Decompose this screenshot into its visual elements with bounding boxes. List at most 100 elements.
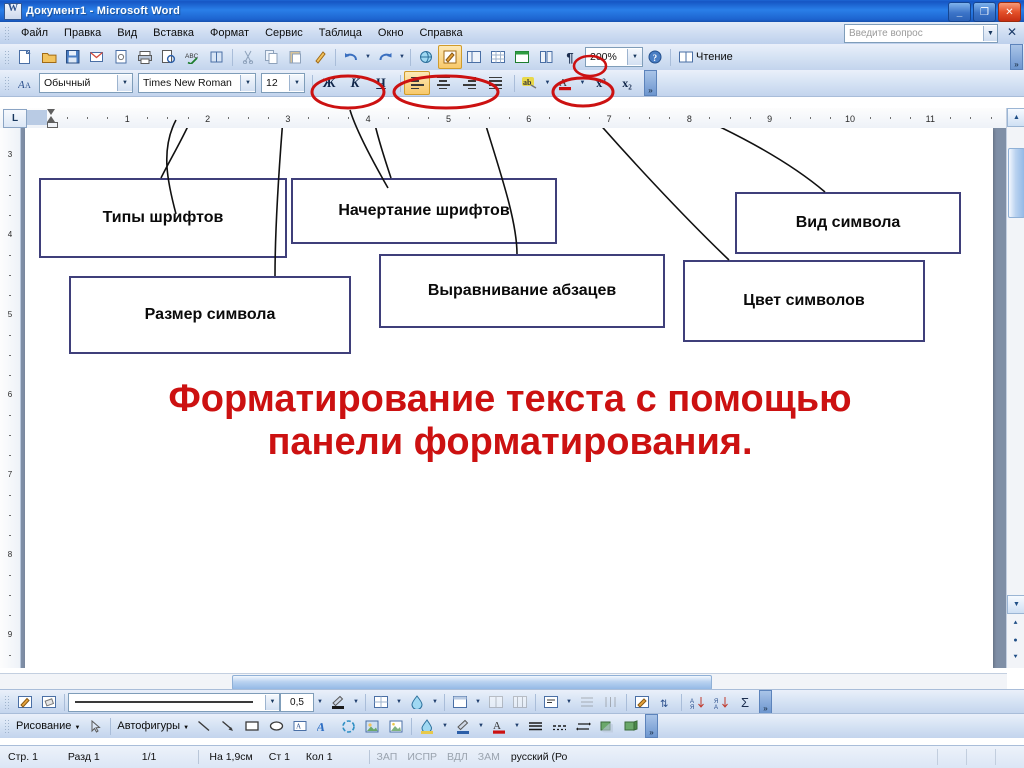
status-flag-ovr[interactable]: ЗАМ: [473, 751, 505, 763]
status-flag-rec[interactable]: ЗАП: [372, 751, 403, 763]
status-language[interactable]: русский (Ро: [505, 751, 573, 763]
drawing-toolbar-grip[interactable]: [3, 718, 10, 734]
callout-font-style[interactable]: Начертание шрифтов: [291, 178, 557, 244]
horizontal-ruler[interactable]: L 123456789101112: [0, 108, 1007, 129]
status-flag-trk[interactable]: ИСПР: [402, 751, 442, 763]
insert-table-icon[interactable]: [448, 690, 472, 714]
menu-grip[interactable]: [3, 25, 10, 41]
select-browse-object-button[interactable]: ●: [1007, 632, 1024, 649]
font-size-combo[interactable]: 12 ▼: [261, 73, 305, 93]
line-style-icon[interactable]: [523, 714, 547, 738]
oval-icon[interactable]: [264, 714, 288, 738]
highlight-button[interactable]: ab: [518, 71, 542, 95]
distribute-rows-icon[interactable]: [575, 690, 599, 714]
insert-picture-icon[interactable]: [384, 714, 408, 738]
3d-style-icon[interactable]: [619, 714, 643, 738]
callout-paragraph-align[interactable]: Выравнивание абзацев: [379, 254, 665, 328]
tables-toolbar-grip[interactable]: [3, 694, 10, 710]
chevron-down-icon[interactable]: ▼: [542, 71, 553, 95]
minimize-button[interactable]: _: [948, 2, 971, 22]
chevron-down-icon[interactable]: ▼: [577, 71, 588, 95]
chevron-down-icon[interactable]: ▼: [397, 45, 407, 69]
menu-item-format[interactable]: Формат: [202, 25, 257, 41]
chevron-down-icon[interactable]: ▼: [393, 690, 405, 714]
draw-table-icon[interactable]: [13, 690, 37, 714]
spelling-check-icon[interactable]: ABC: [181, 45, 205, 69]
menu-item-window[interactable]: Окно: [370, 25, 412, 41]
dash-style-icon[interactable]: [547, 714, 571, 738]
text-direction-icon[interactable]: ⇅: [654, 690, 678, 714]
chevron-down-icon[interactable]: ▼: [183, 725, 189, 731]
menu-item-file[interactable]: Файл: [13, 25, 56, 41]
new-document-icon[interactable]: [13, 45, 37, 69]
chevron-down-icon[interactable]: ▼: [439, 714, 451, 738]
undo-icon[interactable]: [339, 45, 363, 69]
tab-stop-selector[interactable]: L: [3, 108, 27, 128]
standard-toolbar-overflow-button[interactable]: »: [1010, 44, 1023, 70]
font-color-button[interactable]: A: [553, 71, 577, 95]
document-page[interactable]: Типы шрифтов Начертание шрифтов Вид символ…: [25, 128, 993, 668]
columns-icon[interactable]: [534, 45, 558, 69]
autoshapes-menu-button[interactable]: Автофигуры ▼: [114, 720, 192, 732]
callout-font-types[interactable]: Типы шрифтов: [39, 178, 287, 258]
chevron-down-icon[interactable]: ▼: [511, 714, 523, 738]
previous-page-button[interactable]: ⯅: [1007, 615, 1024, 632]
font-color-icon[interactable]: A: [487, 714, 511, 738]
insert-excel-sheet-icon[interactable]: [510, 45, 534, 69]
help-icon[interactable]: ?: [643, 45, 667, 69]
horizontal-scrollbar[interactable]: [0, 673, 1007, 690]
table-autoformat-icon[interactable]: [630, 690, 654, 714]
ask-a-question-box[interactable]: Введите вопрос ▼: [844, 24, 998, 43]
standard-toolbar-grip[interactable]: [3, 49, 10, 65]
callout-char-size[interactable]: Размер символа: [69, 276, 351, 354]
horizontal-scroll-thumb[interactable]: [232, 675, 712, 690]
close-button[interactable]: ✕: [998, 2, 1021, 22]
print-preview-icon[interactable]: [157, 45, 181, 69]
italic-button[interactable]: К: [342, 71, 368, 95]
permission-icon[interactable]: [109, 45, 133, 69]
chevron-down-icon[interactable]: ▼: [363, 45, 373, 69]
chevron-down-icon[interactable]: ▼: [265, 694, 279, 710]
print-icon[interactable]: [133, 45, 157, 69]
tables-toolbar-overflow-button[interactable]: »: [759, 690, 772, 714]
next-page-button[interactable]: ⯆: [1007, 649, 1024, 666]
chevron-down-icon[interactable]: ▼: [117, 75, 132, 91]
bold-button[interactable]: Ж: [316, 71, 342, 95]
borders-icon[interactable]: [369, 690, 393, 714]
fill-color-icon[interactable]: [415, 714, 439, 738]
chevron-down-icon[interactable]: ▼: [289, 75, 304, 91]
cell-align-icon[interactable]: [539, 690, 563, 714]
sort-ascending-icon[interactable]: AЯ: [685, 690, 709, 714]
chevron-down-icon[interactable]: ▼: [350, 690, 362, 714]
formatting-toolbar-grip[interactable]: [3, 75, 10, 91]
horizontal-ruler-strip[interactable]: 123456789101112: [27, 108, 1007, 128]
border-color-icon[interactable]: [326, 690, 350, 714]
font-name-combo[interactable]: Times New Roman ▼: [138, 73, 256, 93]
drawing-toolbar-icon[interactable]: [438, 45, 462, 69]
shadow-style-icon[interactable]: [595, 714, 619, 738]
chevron-down-icon[interactable]: ▼: [627, 49, 642, 65]
sort-descending-icon[interactable]: ЯA: [709, 690, 733, 714]
zoom-combo[interactable]: 200% ▼: [585, 47, 643, 67]
menu-item-insert[interactable]: Вставка: [145, 25, 202, 41]
chevron-down-icon[interactable]: ▼: [240, 75, 255, 91]
autosum-icon[interactable]: Σ: [733, 690, 757, 714]
copy-icon[interactable]: [260, 45, 284, 69]
callout-char-color[interactable]: Цвет символов: [683, 260, 925, 342]
subscript-button[interactable]: x₂: [614, 71, 640, 95]
save-icon[interactable]: [61, 45, 85, 69]
text-box-icon[interactable]: A: [288, 714, 312, 738]
document-heading[interactable]: Форматирование текста с помощью панели ф…: [45, 378, 975, 463]
menu-item-view[interactable]: Вид: [109, 25, 145, 41]
research-icon[interactable]: [205, 45, 229, 69]
cut-icon[interactable]: [236, 45, 260, 69]
insert-hyperlink-icon[interactable]: [414, 45, 438, 69]
formatting-toolbar-overflow-button[interactable]: »: [644, 70, 657, 96]
drawing-toolbar-overflow-button[interactable]: »: [645, 714, 659, 738]
vertical-scrollbar[interactable]: ▲ ▼ ⯅ ● ⯆: [1006, 108, 1024, 668]
chevron-down-icon[interactable]: ▼: [74, 725, 80, 731]
align-left-button[interactable]: [404, 71, 430, 95]
split-cells-icon[interactable]: [508, 690, 532, 714]
redo-icon[interactable]: [373, 45, 397, 69]
rectangle-icon[interactable]: [240, 714, 264, 738]
